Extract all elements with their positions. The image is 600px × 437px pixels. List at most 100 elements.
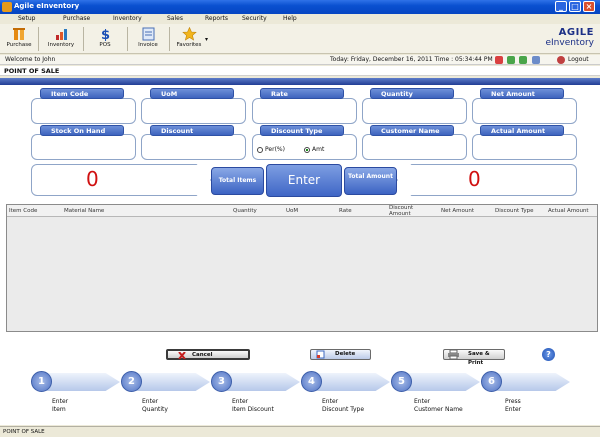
cancel-label: Cancel bbox=[192, 352, 213, 358]
step-2-badge: 2 bbox=[121, 371, 142, 392]
col-quantity[interactable]: Quantity bbox=[233, 208, 257, 214]
cancel-icon bbox=[178, 352, 186, 359]
total-amount-value: 0 bbox=[468, 167, 481, 191]
favorites-label: Favorites bbox=[176, 42, 202, 48]
table-header: Item Code Material Name Quantity UoM Rat… bbox=[7, 205, 597, 217]
invoice-button[interactable]: Invoice bbox=[132, 26, 164, 53]
uom-input[interactable] bbox=[141, 98, 246, 124]
enter-button[interactable]: Enter bbox=[266, 164, 342, 197]
menu-bar: Setup Purchase Inventory Sales Reports S… bbox=[0, 14, 600, 24]
col-discount-amount[interactable]: Discount Amount bbox=[389, 205, 419, 217]
printer-icon bbox=[448, 350, 459, 359]
step-arrow bbox=[310, 373, 390, 391]
dollar-icon: $ bbox=[100, 28, 109, 41]
item-code-input[interactable] bbox=[31, 98, 136, 124]
menu-purchase[interactable]: Purchase bbox=[63, 15, 90, 22]
menu-sales[interactable]: Sales bbox=[167, 15, 183, 22]
stock-on-hand-input[interactable] bbox=[31, 134, 136, 160]
step-5-text: Enter Customer Name bbox=[414, 398, 463, 413]
purchase-label: Purchase bbox=[6, 42, 32, 48]
toolbar-separator bbox=[169, 27, 170, 51]
step-3-badge: 3 bbox=[211, 371, 232, 392]
col-uom[interactable]: UoM bbox=[286, 208, 298, 214]
item-code-label: Item Code bbox=[40, 88, 124, 99]
step-1-badge: 1 bbox=[31, 371, 52, 392]
cancel-button[interactable]: Cancel bbox=[166, 349, 250, 360]
step-arrow bbox=[490, 373, 570, 391]
step-2-text: Enter Quantity bbox=[142, 398, 168, 413]
step-1-text: Enter Item bbox=[52, 398, 69, 413]
delete-button[interactable]: Delete bbox=[310, 349, 371, 360]
rate-label: Rate bbox=[260, 88, 344, 99]
col-material-name[interactable]: Material Name bbox=[64, 208, 104, 214]
customer-name-input[interactable] bbox=[362, 134, 467, 160]
header-band bbox=[0, 78, 600, 85]
help-icon[interactable]: ? bbox=[542, 348, 555, 361]
discount-amt-radio[interactable]: Amt bbox=[304, 146, 324, 153]
close-button[interactable]: × bbox=[583, 1, 595, 12]
toolbar-separator bbox=[127, 27, 128, 51]
discount-per-radio[interactable]: Per(%) bbox=[257, 146, 285, 153]
quantity-input[interactable] bbox=[362, 98, 467, 124]
total-amount-button[interactable]: Total Amount bbox=[344, 167, 397, 195]
col-actual-amount[interactable]: Actual Amount bbox=[548, 208, 589, 214]
brand-logo-text: AGILE bbox=[558, 27, 594, 38]
star-icon bbox=[181, 27, 197, 41]
quantity-label: Quantity bbox=[370, 88, 454, 99]
menu-inventory[interactable]: Inventory bbox=[113, 15, 142, 22]
logout-link[interactable]: Logout bbox=[568, 56, 589, 63]
discount-input[interactable] bbox=[141, 134, 246, 160]
step-arrow bbox=[130, 373, 210, 391]
rate-input[interactable] bbox=[252, 98, 357, 124]
save-print-button[interactable]: Save & Print bbox=[443, 349, 505, 366]
refresh-icon[interactable] bbox=[532, 56, 540, 64]
status-text: POINT OF SALE bbox=[3, 429, 45, 435]
col-discount-type[interactable]: Discount Type bbox=[495, 208, 534, 214]
menu-help[interactable]: Help bbox=[283, 15, 297, 22]
pos-button[interactable]: $ POS bbox=[89, 26, 121, 53]
maximize-button[interactable]: □ bbox=[569, 1, 581, 12]
right-arrow-icon[interactable] bbox=[519, 56, 527, 64]
step-4-badge: 4 bbox=[301, 371, 322, 392]
minimize-button[interactable]: _ bbox=[555, 1, 567, 12]
back-icon[interactable] bbox=[495, 56, 503, 64]
col-net-amount[interactable]: Net Amount bbox=[441, 208, 474, 214]
invoice-label: Invoice bbox=[138, 42, 158, 48]
menu-setup[interactable]: Setup bbox=[18, 15, 35, 22]
inventory-button[interactable]: Inventory bbox=[45, 26, 77, 53]
page-header: POINT OF SALE bbox=[0, 66, 600, 76]
col-rate[interactable]: Rate bbox=[339, 208, 352, 214]
discount-label: Discount bbox=[150, 125, 234, 136]
uom-label: UoM bbox=[150, 88, 234, 99]
app-window: { "window": { "title": "Agile eInventory… bbox=[0, 0, 600, 437]
pos-label: POS bbox=[99, 42, 111, 48]
step-4-text: Enter Discount Type bbox=[322, 398, 365, 413]
total-items-value: 0 bbox=[86, 167, 99, 191]
welcome-text: Welcome to John bbox=[5, 56, 56, 63]
left-arrow-icon[interactable] bbox=[507, 56, 515, 64]
actual-amount-label: Actual Amount bbox=[480, 125, 564, 136]
purchase-button[interactable]: Purchase bbox=[3, 26, 35, 53]
status-bar: POINT OF SALE bbox=[0, 426, 600, 437]
net-amount-label: Net Amount bbox=[480, 88, 564, 99]
window-title: Agile eInventory bbox=[14, 2, 80, 10]
col-item-code[interactable]: Item Code bbox=[9, 208, 37, 214]
toolbar-separator bbox=[83, 27, 84, 51]
actual-amount-input[interactable] bbox=[472, 134, 577, 160]
inventory-icon bbox=[55, 29, 67, 40]
menu-security[interactable]: Security bbox=[242, 15, 267, 22]
favorites-button[interactable]: Favorites bbox=[173, 26, 205, 53]
toolbar-separator bbox=[38, 27, 39, 51]
discount-amt-label: Amt bbox=[312, 146, 325, 153]
step-arrow bbox=[400, 373, 480, 391]
step-arrow bbox=[40, 373, 120, 391]
logout-icon[interactable] bbox=[557, 56, 565, 64]
menu-reports[interactable]: Reports bbox=[205, 15, 228, 22]
invoice-icon bbox=[142, 27, 154, 41]
discount-type-label: Discount Type bbox=[260, 125, 344, 136]
net-amount-input[interactable] bbox=[472, 98, 577, 124]
inventory-label: Inventory bbox=[47, 42, 75, 48]
favorites-dropdown-icon[interactable]: ▾ bbox=[205, 36, 208, 43]
items-table[interactable]: Item Code Material Name Quantity UoM Rat… bbox=[6, 204, 598, 332]
total-items-button[interactable]: Total Items bbox=[211, 167, 264, 195]
